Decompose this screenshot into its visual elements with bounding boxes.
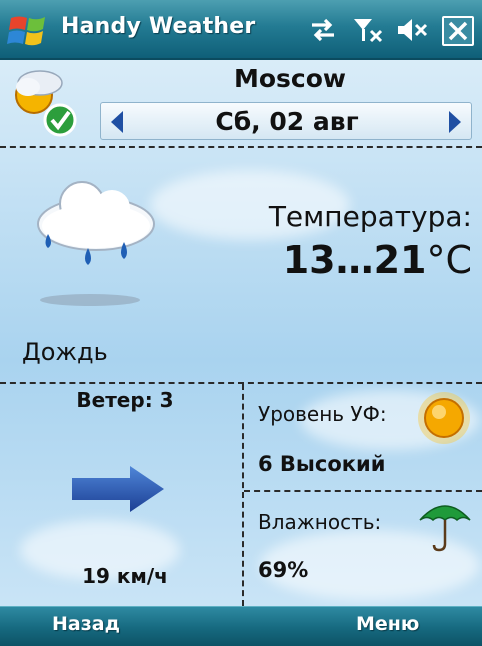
windows-start-icon[interactable] <box>7 12 51 50</box>
temperature-value: 13…21°C <box>240 238 472 282</box>
close-button[interactable] <box>442 16 474 46</box>
app-title: Handy Weather <box>61 14 256 39</box>
city-name: Moscow <box>233 64 347 93</box>
weather-status-icon[interactable] <box>10 65 80 145</box>
wind-label: Ветер: 3 <box>76 388 174 412</box>
condition-text: Дождь <box>22 338 108 366</box>
divider <box>244 490 482 492</box>
divider <box>242 384 244 606</box>
signal-icon[interactable] <box>352 17 384 43</box>
divider <box>0 146 482 148</box>
sun-icon <box>418 392 470 444</box>
back-softkey[interactable]: Назад <box>52 613 120 635</box>
rain-cloud-icon <box>37 181 155 306</box>
menu-softkey[interactable]: Меню <box>356 613 419 635</box>
temperature-range: 13…21 <box>282 238 427 282</box>
connectivity-icon[interactable] <box>308 17 338 43</box>
selected-date: Сб, 02 авг <box>215 107 359 136</box>
temperature-label: Температура: <box>268 200 472 233</box>
humidity-label: Влажность: <box>258 510 382 534</box>
next-day-icon[interactable] <box>445 111 463 133</box>
wind-speed: 19 км/ч <box>82 564 168 588</box>
wind-direction-arrow-icon <box>72 466 164 512</box>
date-selector[interactable]: Сб, 02 авг <box>100 102 472 140</box>
humidity-value: 69% <box>258 558 309 582</box>
weather-panel: Moscow Сб, 02 авг Температура: 13…21°C Д… <box>0 60 482 606</box>
softkey-bar: Назад Меню <box>0 606 482 646</box>
uv-value: 6 Высокий <box>258 452 386 476</box>
divider <box>0 382 482 384</box>
close-icon <box>448 21 468 41</box>
uv-label: Уровень УФ: <box>258 402 387 426</box>
umbrella-icon <box>419 505 471 552</box>
title-bar: Handy Weather <box>0 0 482 60</box>
volume-icon[interactable] <box>396 17 428 43</box>
previous-day-icon[interactable] <box>109 111 127 133</box>
temperature-unit: °C <box>426 238 472 282</box>
